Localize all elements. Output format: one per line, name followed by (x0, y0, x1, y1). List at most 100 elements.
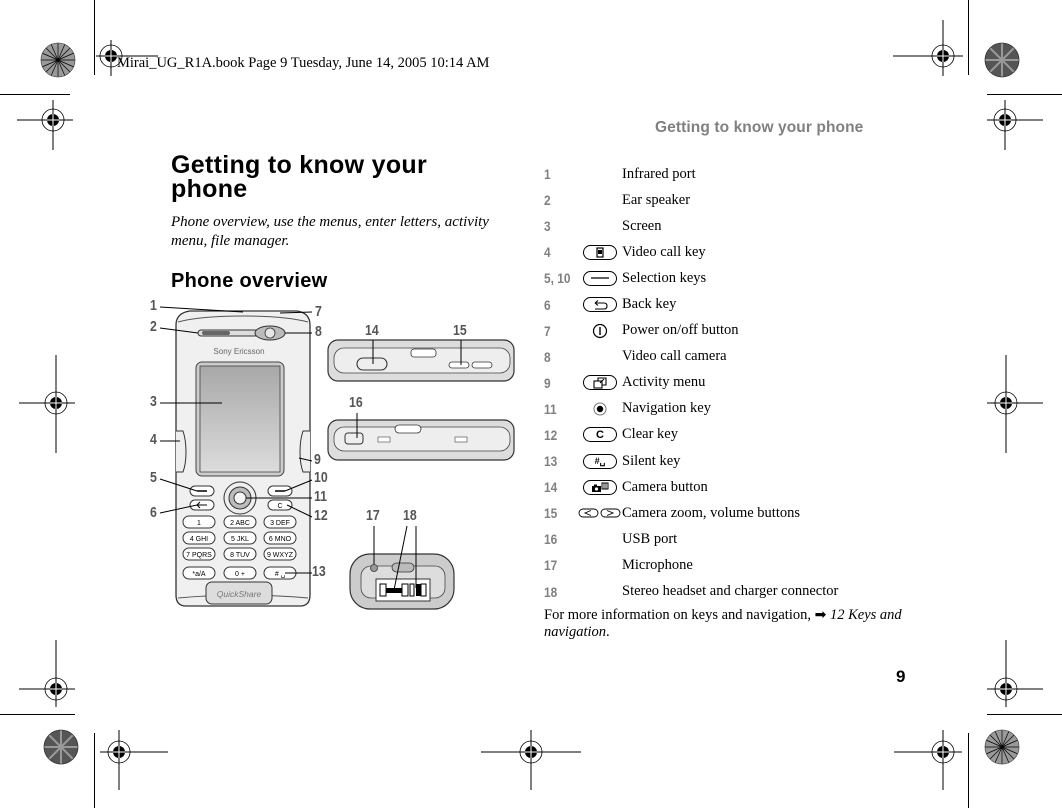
intro-text: Phone overview, use the menus, enter let… (171, 214, 489, 249)
callout-14: 14 (365, 323, 379, 339)
phone-bottom-side-view (327, 419, 515, 461)
silent-key-icon: #␣ (578, 452, 622, 470)
selection-key-icon (578, 269, 622, 287)
legend-row: 6 Back key (544, 291, 924, 317)
section-title: Phone overview (171, 270, 328, 292)
crop-line (0, 94, 70, 95)
registration-mark-icon (19, 640, 75, 707)
legend-row: 9 Activity menu (544, 370, 924, 396)
keypad-key-label: 5 JKL (231, 536, 249, 543)
legend-number: 3 (544, 218, 551, 235)
star-target-icon (984, 729, 1020, 765)
legend-label: Power on/off button (622, 322, 739, 339)
callout-10: 10 (314, 470, 328, 486)
legend-number: 5, 10 (544, 270, 571, 287)
legend-label: Video call key (622, 243, 706, 260)
key-outline: C (583, 427, 617, 443)
callout-1: 1 (150, 298, 157, 314)
star-target-icon (43, 729, 79, 765)
legend-row: 18 Stereo headset and charger connector (544, 579, 924, 605)
keypad-key-label: 4 GHI (190, 536, 208, 543)
legend-row: 14 Camera button (544, 474, 924, 500)
key-outline (583, 479, 617, 495)
phone-top-side-view (327, 339, 515, 382)
star-target-icon (40, 42, 76, 78)
legend-number: 15 (544, 505, 558, 522)
callout-5: 5 (150, 470, 157, 486)
registration-mark-icon (17, 100, 73, 150)
crop-line (0, 714, 75, 715)
camera-button-icon (578, 478, 622, 496)
registration-mark-icon (987, 100, 1043, 150)
legend-row: 3 Screen (544, 213, 924, 239)
key-outline (583, 270, 617, 286)
key-outline (583, 244, 617, 260)
arrow-right-icon: ➡ (814, 608, 827, 623)
crop-line (987, 94, 1062, 95)
keypad-key-label: 8 TUV (230, 552, 250, 559)
legend-icon-empty (578, 165, 622, 183)
legend-label: Activity menu (622, 374, 706, 391)
legend-number: 18 (544, 583, 558, 600)
legend-label: Navigation key (622, 400, 711, 417)
video-call-key-icon (578, 243, 622, 261)
crop-line (968, 733, 969, 808)
registration-mark-icon (987, 640, 1043, 707)
navigation-key-icon (578, 400, 622, 418)
phone-connector-view (349, 553, 455, 610)
legend-icon-empty (578, 530, 622, 548)
legend-row: 17 Microphone (544, 552, 924, 578)
clear-key-icon: C (578, 426, 622, 444)
crop-line (968, 0, 969, 75)
legend-number: 14 (544, 479, 558, 496)
page-number: 9 (896, 667, 906, 686)
keypad-key-label: 1 (197, 520, 201, 527)
callout-9: 9 (314, 452, 321, 468)
registration-mark-icon (893, 20, 963, 76)
callout-12: 12 (314, 508, 328, 524)
legend-number: 7 (544, 322, 551, 339)
keypad-key-label: 7 PQRS (186, 552, 212, 559)
callout-4: 4 (150, 432, 157, 448)
legend-icon-empty (578, 556, 622, 574)
key-outline (583, 375, 617, 391)
legend-number: 6 (544, 296, 551, 313)
legend-icon-empty (578, 217, 622, 235)
callout-11: 11 (314, 489, 328, 505)
legend-label: Ear speaker (622, 191, 691, 208)
legend-label: Clear key (622, 426, 678, 443)
legend-number: 9 (544, 374, 551, 391)
callout-17: 17 (366, 508, 380, 524)
crop-line (94, 0, 95, 75)
registration-mark-icon (481, 730, 581, 790)
callout-7: 7 (315, 304, 322, 320)
callout-15: 15 (453, 323, 467, 339)
callout-6: 6 (150, 505, 157, 521)
activity-menu-icon (578, 374, 622, 392)
keypad: 1 2 ABC 3 DEF 4 GHI 5 JKL 6 MNO 7 PQRS 8 TUV 9 W… (182, 515, 297, 580)
legend-number: 8 (544, 348, 551, 365)
registration-mark-icon (19, 355, 75, 453)
legend-label: Camera button (622, 478, 708, 495)
keypad-key-label: *a/A (192, 571, 206, 578)
legend-label: Screen (622, 217, 662, 234)
legend-number: 12 (544, 426, 558, 443)
legend-row: 8 Video call camera (544, 344, 924, 370)
brand-logo: Sony Ericsson (213, 347, 264, 356)
keypad-key-label: 6 MNO (269, 536, 292, 543)
phone-illustration: Sony Ericsson C 1 2 ABC 3 DEF 4 GHI 5 JKL 6 M… (159, 306, 515, 610)
keypad-key-label: 3 DEF (270, 520, 290, 527)
legend-label: Selection keys (622, 269, 707, 286)
legend-row: 2 Ear speaker (544, 187, 924, 213)
legend-row: 16 USB port (544, 526, 924, 552)
callout-18: 18 (403, 508, 417, 524)
legend-row: 5, 10 Selection keys (544, 265, 924, 291)
legend-row: 11 Navigation key (544, 396, 924, 422)
keypad-key-label: 2 ABC (230, 520, 250, 527)
legend-row: 1 Infrared port (544, 161, 924, 187)
legend-label: Stereo headset and charger connector (622, 583, 839, 600)
legend-row: 12 C Clear key (544, 422, 924, 448)
legend-list: 1 Infrared port 2 Ear speaker 3 Screen 4 Video … (544, 161, 924, 605)
star-target-icon (984, 42, 1020, 78)
keypad-key-label: 9 WXYZ (267, 552, 294, 559)
